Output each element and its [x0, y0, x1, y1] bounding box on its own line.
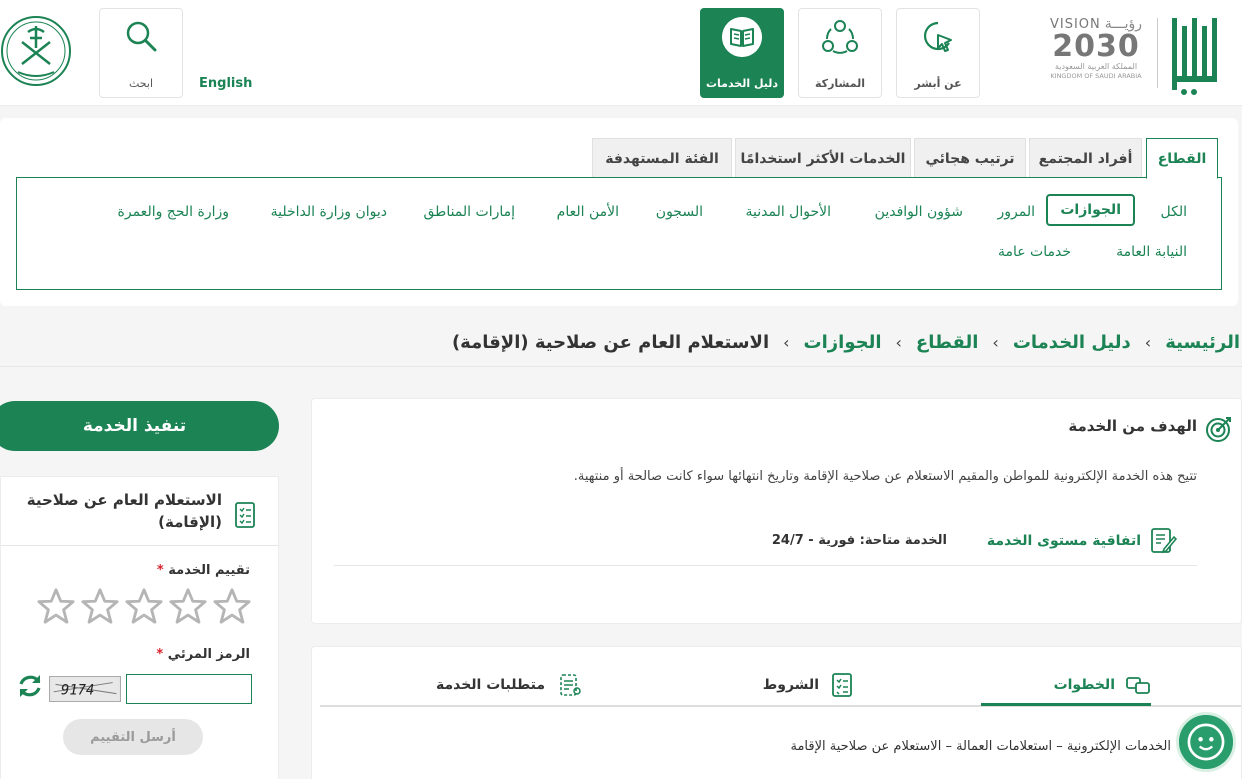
- checklist-icon: [235, 502, 255, 528]
- document-edit-icon: [1151, 528, 1177, 554]
- star-icon[interactable]: [169, 587, 207, 625]
- captcha-label-text: الرمز المرئي: [167, 647, 250, 662]
- star-icon[interactable]: [37, 587, 75, 625]
- sector-regional-emirates[interactable]: إمارات المناطق: [424, 204, 516, 220]
- sector-traffic[interactable]: المرور: [998, 204, 1036, 220]
- send-rating-button[interactable]: أرسل التقييم: [63, 719, 203, 755]
- service-rating-card: الاستعلام العام عن صلاحية (الإقامة) تقيي…: [0, 476, 279, 779]
- nav-about-absher[interactable]: عن أبشر: [896, 8, 980, 98]
- purpose-description: تتيح هذه الخدمة الإلكترونية للمواطن والم…: [573, 469, 1197, 484]
- saudi-emblem[interactable]: [0, 14, 72, 88]
- refresh-icon[interactable]: [15, 671, 45, 701]
- breadcrumb: الرئيسية ‹ دليل الخدمات ‹ القطاع ‹ الجوا…: [452, 318, 1240, 366]
- tab-community-members[interactable]: أفراد المجتمع: [1029, 138, 1142, 178]
- breadcrumb-passports[interactable]: الجوازات: [804, 332, 882, 353]
- star-icon[interactable]: [125, 587, 163, 625]
- breadcrumb-divider: [0, 366, 1242, 367]
- breadcrumb-services-guide[interactable]: دليل الخدمات: [1013, 332, 1131, 353]
- breadcrumb-current-page: الاستعلام العام عن صلاحية (الإقامة): [451, 331, 770, 353]
- breadcrumb-separator: ‹: [992, 332, 999, 352]
- tab-conditions[interactable]: الشروط: [763, 663, 855, 707]
- vision-kingdom-en: KINGDOM OF SAUDI ARABIA: [1050, 72, 1142, 80]
- sector-list: الكل الجوازات المرور شؤون الوافدين الأحو…: [16, 177, 1222, 290]
- vision-2030-logo: VISION رؤيـــة 2030 المملكة العربية السع…: [1044, 16, 1148, 96]
- english-language-link[interactable]: English: [199, 76, 252, 91]
- sector-all[interactable]: الكل: [1161, 204, 1188, 220]
- tab-requirements-label: متطلبات الخدمة: [435, 677, 545, 693]
- category-panel: القطاع أفراد المجتمع ترتيب هجائي الخدمات…: [0, 118, 1238, 306]
- rating-service-title: الاستعلام العام عن صلاحية (الإقامة): [26, 491, 222, 531]
- purpose-title: الهدف من الخدمة: [1068, 417, 1197, 435]
- search-icon: [126, 21, 157, 52]
- steps-tab-indicator: [981, 703, 1151, 706]
- nav-services-guide-label: دليل الخدمات: [705, 77, 779, 90]
- tab-conditions-label: الشروط: [762, 677, 819, 693]
- sector-passports[interactable]: الجوازات: [1046, 194, 1135, 226]
- captcha-image: 9174: [49, 676, 121, 702]
- steps-content: الخدمات الإلكترونية – استعلامات العمالة …: [790, 739, 1172, 754]
- target-icon: [1206, 417, 1231, 442]
- star-rating[interactable]: [37, 587, 251, 625]
- sector-civil-affairs[interactable]: الأحوال المدنية: [746, 204, 832, 220]
- service-availability: الخدمة متاحة: فورية - 24/7: [771, 533, 947, 548]
- search-button[interactable]: ابحث: [99, 8, 183, 98]
- vision-year: 2030: [1052, 29, 1140, 64]
- logo-divider: [1157, 18, 1158, 88]
- tab-target-group[interactable]: الفئة المستهدفة: [592, 138, 732, 178]
- pointer-icon: [923, 21, 952, 52]
- nav-about-label: عن أبشر: [914, 77, 962, 90]
- requirements-icon: [560, 674, 581, 696]
- sector-general-services[interactable]: خدمات عامة: [998, 244, 1071, 260]
- steps-icon: [1126, 677, 1150, 694]
- tab-steps-label: الخطوات: [1053, 677, 1115, 693]
- tab-sector[interactable]: القطاع: [1146, 138, 1218, 179]
- rating-label-text: تقييم الخدمة: [168, 563, 250, 578]
- service-purpose-card: الهدف من الخدمة تتيح هذه الخدمة الإلكترو…: [311, 398, 1242, 624]
- search-label: ابحث: [128, 77, 154, 90]
- nav-participation-label: المشاركة: [815, 77, 865, 90]
- sector-prisons[interactable]: السجون: [656, 204, 703, 220]
- vision-kingdom-ar: المملكة العربية السعودية: [1054, 62, 1138, 71]
- tab-most-used[interactable]: الخدمات الأكثر استخدامًا: [735, 138, 911, 178]
- captcha-label: الرمز المرئي *: [156, 647, 250, 662]
- breadcrumb-separator: ‹: [895, 332, 902, 352]
- breadcrumb-sector[interactable]: القطاع: [916, 332, 978, 353]
- required-mark: *: [156, 647, 164, 662]
- sector-expatriates-affairs[interactable]: شؤون الوافدين: [875, 204, 963, 220]
- nav-participation[interactable]: المشاركة: [798, 8, 882, 98]
- breadcrumb-separator: ‹: [1144, 332, 1152, 352]
- service-steps-card: الخطوات الشروط متطلبات الخدمة الخدمات ال…: [311, 646, 1242, 779]
- execute-service-button[interactable]: تنفيذ الخدمة: [0, 401, 279, 451]
- sla-link[interactable]: اتفاقية مستوى الخدمة: [987, 533, 1141, 549]
- sector-public-prosecution[interactable]: النيابة العامة: [1116, 244, 1187, 260]
- breadcrumb-separator: ‹: [783, 332, 790, 352]
- purpose-divider: [334, 565, 1197, 566]
- star-icon[interactable]: [213, 587, 251, 625]
- chatbot-icon[interactable]: [1176, 712, 1236, 772]
- book-icon: [722, 17, 762, 57]
- nav-services-guide[interactable]: دليل الخدمات: [700, 8, 784, 98]
- absher-logo[interactable]: [1168, 8, 1222, 98]
- sector-public-security[interactable]: الأمن العام: [557, 204, 619, 220]
- sector-moi-diwan[interactable]: ديوان وزارة الداخلية: [271, 204, 387, 220]
- rating-divider: [1, 545, 278, 546]
- breadcrumb-home[interactable]: الرئيسية: [1165, 332, 1240, 353]
- brand-logos[interactable]: VISION رؤيـــة 2030 المملكة العربية السع…: [1050, 8, 1222, 98]
- tab-steps[interactable]: الخطوات: [1054, 663, 1151, 707]
- rating-label: تقييم الخدمة *: [157, 563, 250, 578]
- site-header: VISION رؤيـــة 2030 المملكة العربية السع…: [0, 0, 1242, 106]
- participation-icon: [822, 20, 858, 54]
- star-icon[interactable]: [81, 587, 119, 625]
- checklist-icon: [832, 673, 852, 697]
- captcha-text: 9174: [61, 683, 94, 699]
- captcha-input[interactable]: [126, 674, 252, 704]
- tab-requirements[interactable]: متطلبات الخدمة: [436, 663, 581, 707]
- required-mark: *: [156, 563, 164, 578]
- tab-alphabetical[interactable]: ترتيب هجائي: [914, 138, 1026, 178]
- sector-hajj-umrah[interactable]: وزارة الحج والعمرة: [118, 204, 229, 220]
